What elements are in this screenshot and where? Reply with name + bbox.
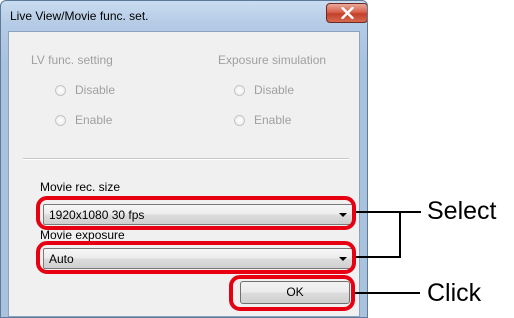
chevron-down-icon bbox=[339, 257, 347, 261]
click-callout-line bbox=[355, 292, 420, 294]
movie-rec-size-label: Movie rec. size bbox=[40, 180, 121, 194]
radio-circle-icon bbox=[55, 84, 66, 96]
select-callout-line-top bbox=[356, 211, 400, 213]
select-callout-connector bbox=[401, 211, 421, 213]
dialog-client-area: LV func. setting Disable Enable Exposure… bbox=[8, 31, 360, 317]
exposure-sim-disable-radio[interactable]: Disable bbox=[234, 82, 294, 98]
movie-exposure-label: Movie exposure bbox=[40, 228, 125, 242]
radio-circle-icon bbox=[234, 84, 245, 96]
movie-rec-size-value: 1920x1080 30 fps bbox=[49, 208, 145, 222]
lv-func-disable-radio[interactable]: Disable bbox=[55, 82, 115, 98]
chevron-down-icon bbox=[339, 213, 347, 217]
title-bar[interactable]: Live View/Movie func. set. bbox=[1, 1, 367, 31]
exposure-sim-enable-label: Enable bbox=[254, 113, 292, 127]
movie-exposure-value: Auto bbox=[49, 252, 74, 266]
movie-exposure-select[interactable]: Auto bbox=[43, 248, 355, 269]
dialog-window: Live View/Movie func. set. LV func. sett… bbox=[0, 0, 368, 318]
radio-circle-icon bbox=[234, 114, 245, 126]
exposure-sim-disable-label: Disable bbox=[254, 83, 295, 97]
lv-func-disable-label: Disable bbox=[75, 83, 116, 97]
click-callout-label: Click bbox=[427, 279, 482, 307]
group-separator bbox=[23, 158, 349, 160]
lv-func-enable-label: Enable bbox=[75, 113, 113, 127]
select-callout-label: Select bbox=[427, 197, 497, 225]
select-callout-bracket bbox=[399, 211, 401, 258]
ok-button[interactable]: OK bbox=[240, 281, 350, 304]
lv-func-enable-radio[interactable]: Enable bbox=[55, 112, 112, 128]
exposure-simulation-title: Exposure simulation bbox=[218, 53, 327, 67]
close-button[interactable] bbox=[326, 3, 367, 23]
lv-func-setting-title: LV func. setting bbox=[31, 53, 113, 67]
close-x-icon bbox=[341, 7, 354, 19]
window-title: Live View/Movie func. set. bbox=[10, 9, 149, 23]
exposure-sim-enable-radio[interactable]: Enable bbox=[234, 112, 291, 128]
select-callout-line-bottom bbox=[356, 256, 400, 258]
movie-rec-size-select[interactable]: 1920x1080 30 fps bbox=[43, 204, 355, 225]
radio-circle-icon bbox=[55, 114, 66, 126]
